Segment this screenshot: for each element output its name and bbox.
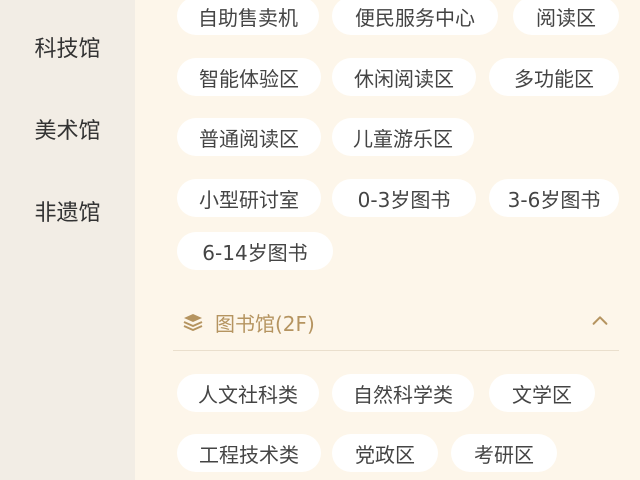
area-chip[interactable]: 3-6岁图书 xyxy=(489,179,619,217)
sidebar-item-label: 非遗馆 xyxy=(34,201,101,226)
area-list: 自助售卖机 便民服务中心 阅读区 智能体验区 休闲阅读区 多功能区 普通阅读区 … xyxy=(135,0,640,480)
section-title: 图书馆(2F) xyxy=(215,311,315,336)
area-chip[interactable]: 人文社科类 xyxy=(177,374,319,412)
area-chip[interactable]: 小型研讨室 xyxy=(177,179,321,217)
library-section-header[interactable]: 图书馆(2F) xyxy=(173,302,619,342)
area-chip[interactable]: 普通阅读区 xyxy=(177,118,321,156)
area-chip[interactable]: 0-3岁图书 xyxy=(332,179,476,217)
sidebar-item-label: 美术馆 xyxy=(34,119,101,144)
area-chip[interactable]: 阅读区 xyxy=(513,0,619,35)
books-stack-icon xyxy=(183,314,203,331)
area-chip[interactable]: 党政区 xyxy=(332,434,438,472)
sidebar-item-art-museum[interactable]: 美术馆 xyxy=(0,109,135,149)
sidebar-item-science-museum[interactable]: 科技馆 xyxy=(0,27,135,67)
area-chip[interactable]: 自助售卖机 xyxy=(177,0,319,35)
category-sidebar: 科技馆 美术馆 非遗馆 xyxy=(0,0,135,480)
area-chip[interactable]: 自然科学类 xyxy=(332,374,474,412)
area-chip[interactable]: 考研区 xyxy=(451,434,557,472)
area-chip[interactable]: 便民服务中心 xyxy=(332,0,498,35)
sidebar-item-heritage-museum[interactable]: 非遗馆 xyxy=(0,191,135,231)
app-root: 科技馆 美术馆 非遗馆 自助售卖机 便民服务中心 阅读区 智能体验区 休闲阅读区… xyxy=(0,0,640,480)
area-chip[interactable]: 文学区 xyxy=(489,374,595,412)
sidebar-item-label: 科技馆 xyxy=(34,37,101,62)
area-chip[interactable]: 智能体验区 xyxy=(177,58,321,96)
area-chip[interactable]: 多功能区 xyxy=(489,58,619,96)
area-chip[interactable]: 休闲阅读区 xyxy=(332,58,476,96)
section-divider xyxy=(173,350,619,351)
area-chip[interactable]: 工程技术类 xyxy=(177,434,321,472)
area-chip[interactable]: 儿童游乐区 xyxy=(332,118,474,156)
chevron-up-icon[interactable] xyxy=(589,310,611,332)
area-chip[interactable]: 6-14岁图书 xyxy=(177,232,333,270)
